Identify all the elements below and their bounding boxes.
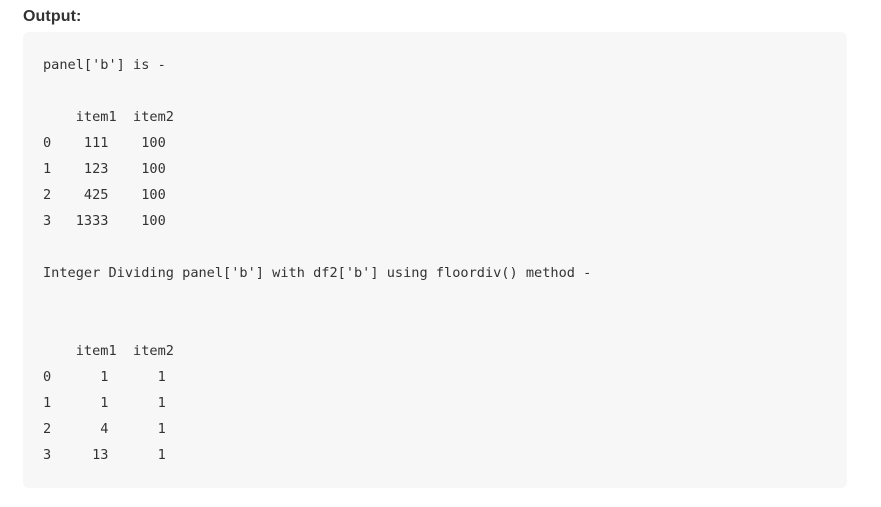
output-heading: Output: (23, 8, 82, 25)
table-header: item1 item2 (43, 109, 174, 125)
table-row: 1 1 1 (43, 395, 166, 411)
table-row: 2 425 100 (43, 187, 166, 203)
table-row: 2 4 1 (43, 421, 166, 437)
table-header: item1 item2 (43, 343, 174, 359)
table-row: 0 111 100 (43, 135, 166, 151)
output-line: panel['b'] is - (43, 57, 166, 73)
output-line: Integer Dividing panel['b'] with df2['b'… (43, 265, 592, 281)
table-row: 3 13 1 (43, 447, 166, 463)
table-row: 0 1 1 (43, 369, 166, 385)
table-row: 3 1333 100 (43, 213, 166, 229)
output-code-block: panel['b'] is - item1 item2 0 111 100 1 … (23, 32, 847, 488)
table-row: 1 123 100 (43, 161, 166, 177)
